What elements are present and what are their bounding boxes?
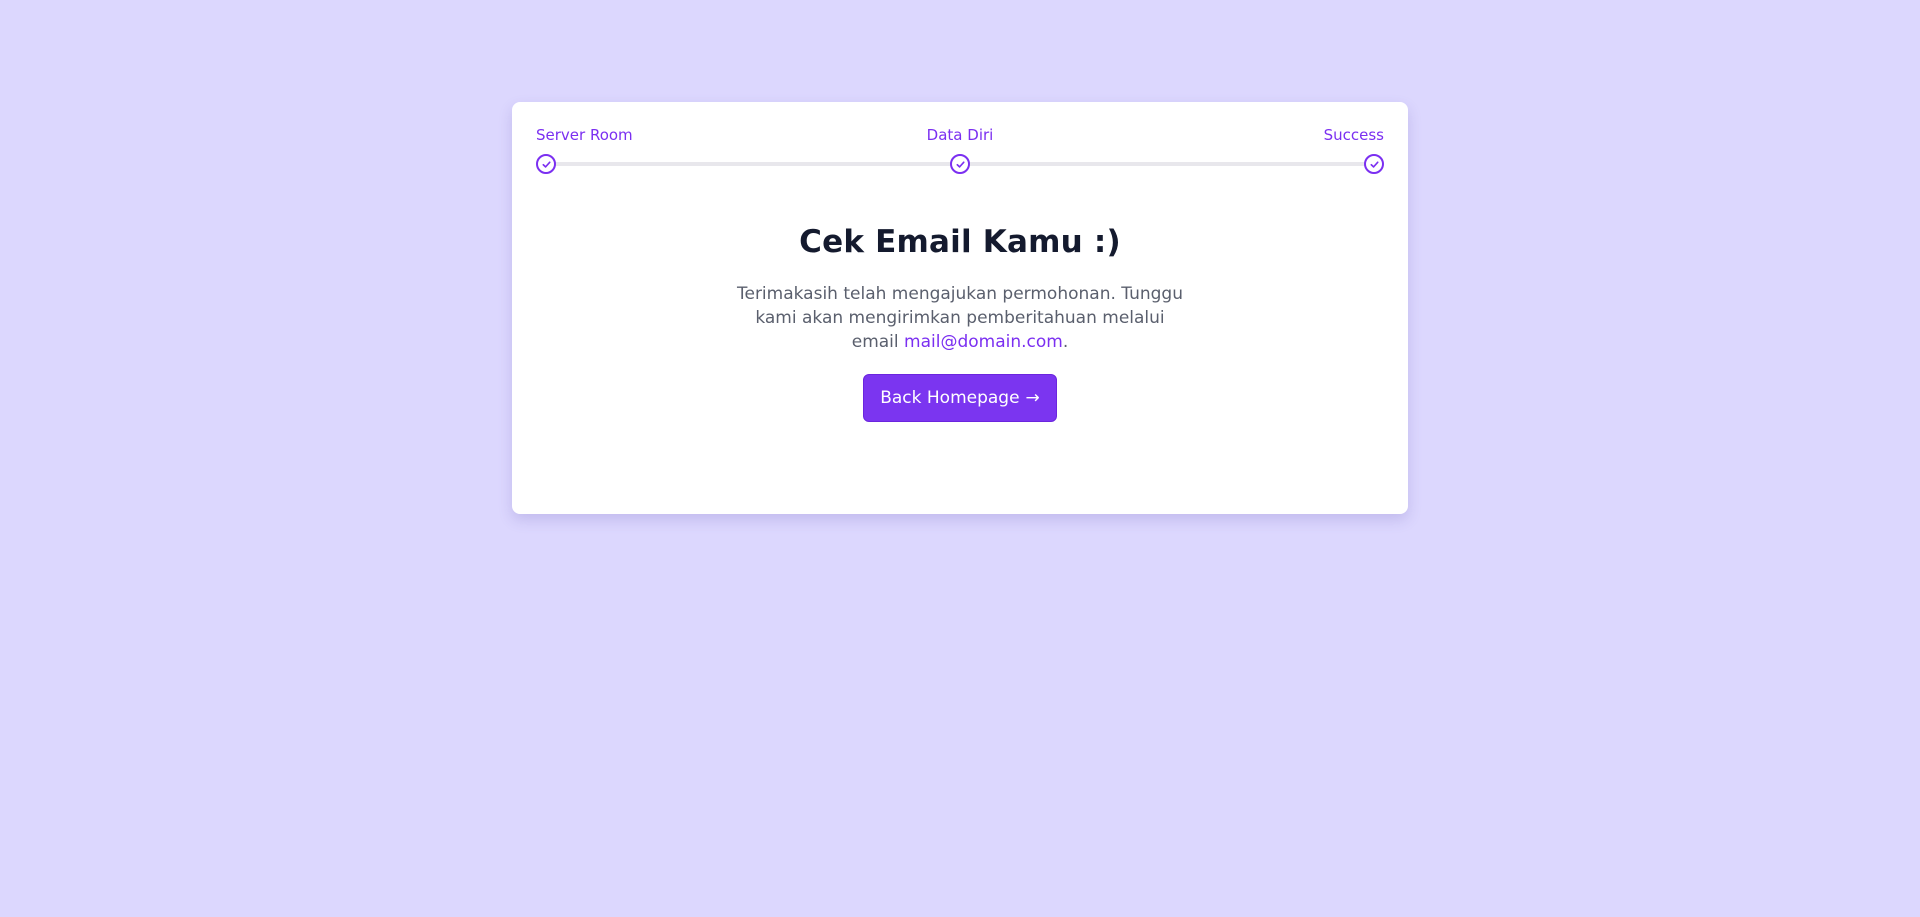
check-circle-icon: [1364, 154, 1384, 174]
step-label-server-room: Server Room: [536, 126, 633, 144]
email-address: mail@domain.com: [904, 332, 1063, 352]
check-circle-icon: [536, 154, 556, 174]
confirmation-message: Terimakasih telah mengajukan permohonan.…: [730, 282, 1190, 354]
step-label-data-diri: Data Diri: [926, 126, 994, 144]
button-label: Back Homepage: [880, 388, 1020, 408]
message-end: .: [1062, 332, 1069, 352]
success-card: Server Room Data Diri Success Cek Email …: [512, 102, 1408, 514]
confirmation-content: Cek Email Kamu :) Terimakasih telah meng…: [512, 224, 1408, 422]
page-title: Cek Email Kamu :): [799, 224, 1121, 260]
step-label-success: Success: [1323, 126, 1384, 144]
check-circle-icon: [950, 154, 970, 174]
arrow-right-icon: →: [1025, 387, 1040, 408]
progress-stepper: Server Room Data Diri Success: [536, 126, 1384, 174]
back-homepage-button[interactable]: Back Homepage →: [863, 374, 1057, 422]
